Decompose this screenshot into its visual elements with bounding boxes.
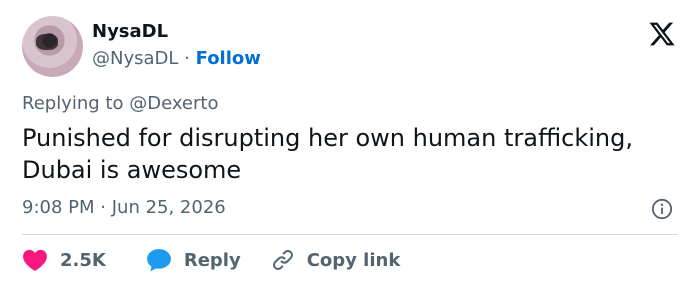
tweet-date: Jun 25, 2026 bbox=[111, 197, 226, 218]
avatar[interactable] bbox=[22, 16, 83, 77]
reply-label: Reply bbox=[183, 249, 241, 271]
replying-mention[interactable]: @Dexerto bbox=[129, 93, 218, 114]
handle-row: @NysaDL · Follow bbox=[92, 48, 261, 69]
author-name[interactable]: NysaDL bbox=[92, 21, 168, 42]
meta-separator: · bbox=[100, 197, 106, 218]
heart-icon bbox=[23, 249, 47, 272]
speech-bubble-icon bbox=[146, 249, 171, 272]
replying-prefix: Replying to bbox=[22, 93, 124, 114]
handle-separator: · bbox=[184, 48, 190, 69]
tweet-time: 9:08 PM bbox=[22, 197, 95, 218]
copy-link-label: Copy link bbox=[306, 249, 401, 271]
like-count: 2.5K bbox=[60, 249, 106, 271]
tweet-text: Punished for disrupting her own human tr… bbox=[22, 124, 633, 184]
like-button[interactable]: 2.5K bbox=[22, 248, 106, 272]
x-logo-icon[interactable] bbox=[647, 20, 677, 48]
link-icon bbox=[272, 250, 293, 270]
follow-link[interactable]: Follow bbox=[196, 48, 261, 69]
action-bar: 2.5K Reply Copy link bbox=[22, 247, 400, 273]
info-icon[interactable] bbox=[651, 198, 673, 220]
author-handle[interactable]: @NysaDL bbox=[92, 48, 178, 69]
copy-link-button[interactable]: Copy link bbox=[271, 248, 401, 272]
tweet-timestamp[interactable]: 9:08 PM · Jun 25, 2026 bbox=[22, 197, 226, 218]
replying-to: Replying to @Dexerto bbox=[22, 93, 218, 114]
reply-button[interactable]: Reply bbox=[146, 248, 241, 272]
divider bbox=[22, 234, 678, 235]
